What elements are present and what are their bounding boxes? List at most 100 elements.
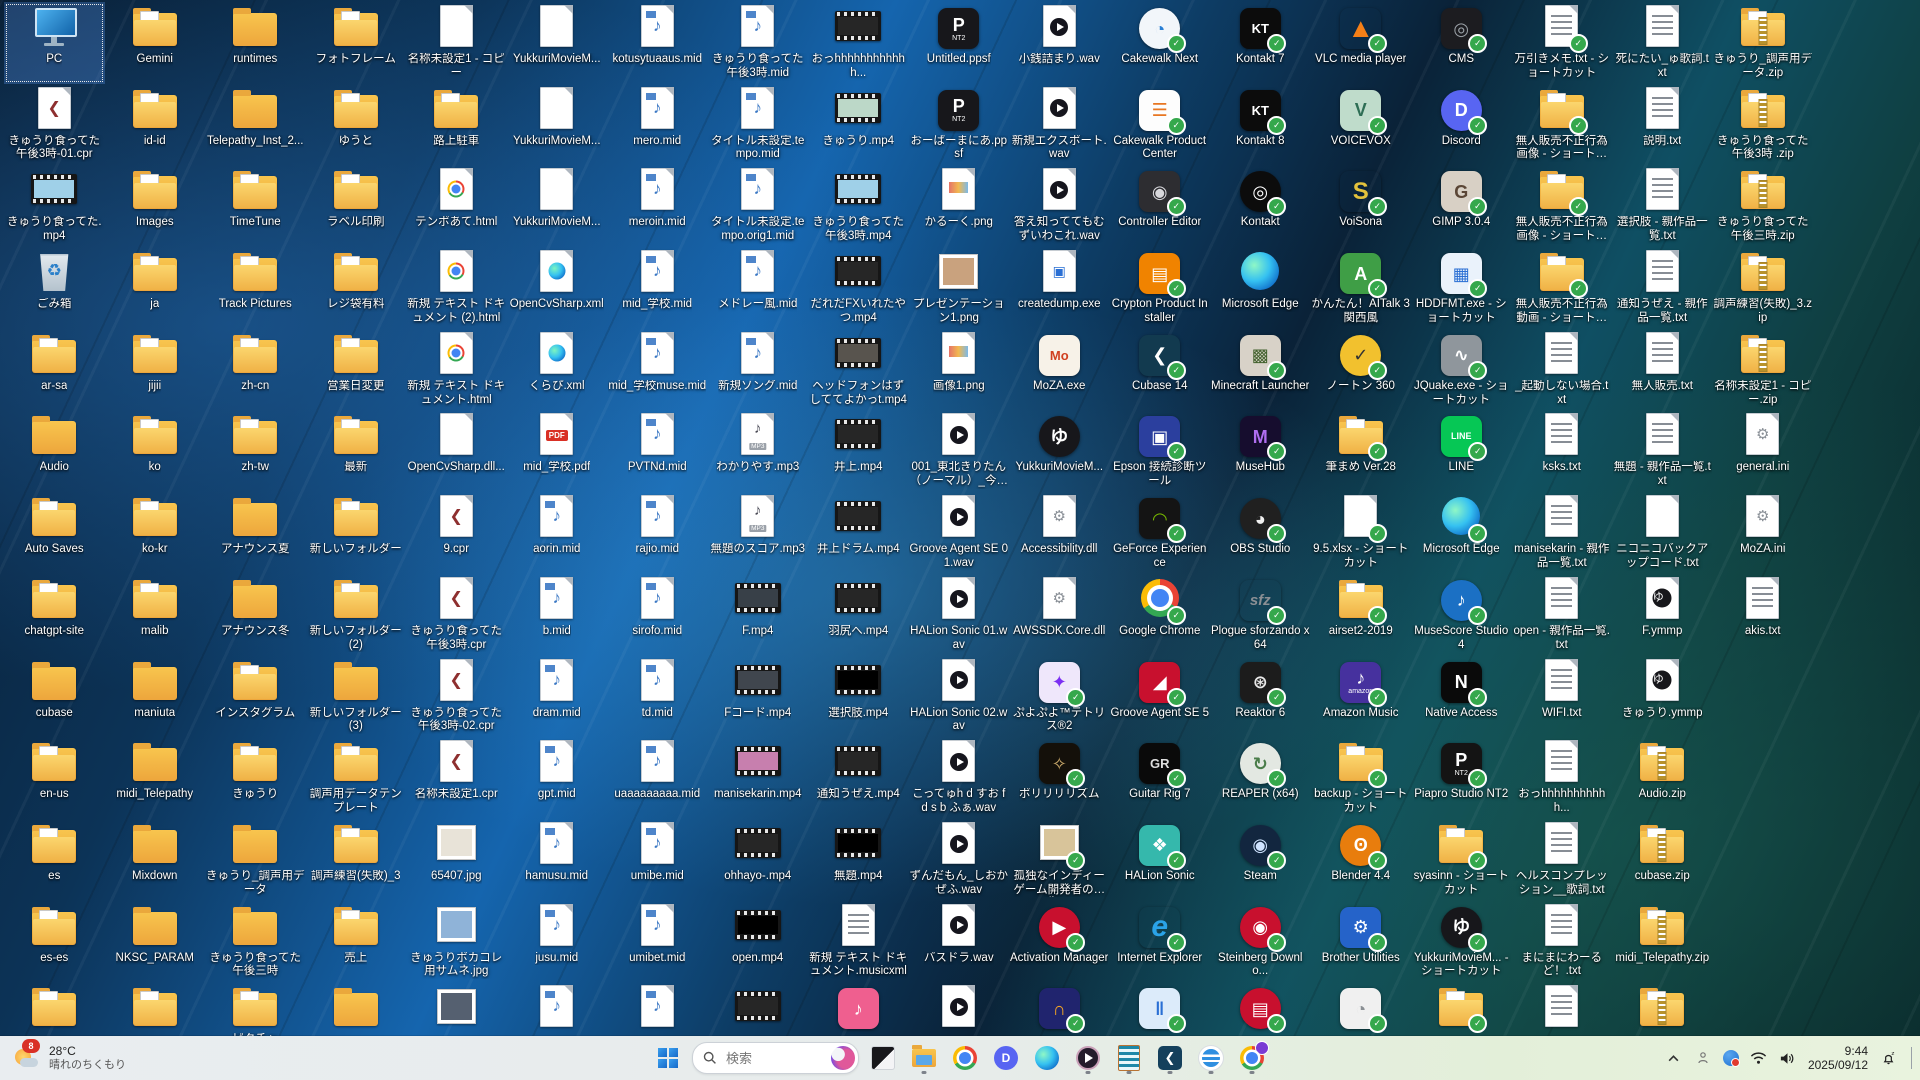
desktop-icon[interactable]: 新しいフォルダー [306,492,407,574]
desktop-icon[interactable]: ♪ kotusytuaaus.mid [607,2,708,84]
desktop-icon[interactable]: WIFI.txt [1512,656,1613,738]
taskbar-sphere-app-button[interactable] [1194,1041,1228,1075]
desktop-icon[interactable]: ◉ ✓ Steam [1210,819,1311,901]
desktop-icon[interactable]: ❮ ✓ Cubase 14 [1110,329,1211,411]
search-box[interactable] [692,1042,859,1074]
desktop-icon[interactable]: ⚙ AWSSDK.Core.dll [1009,574,1110,656]
desktop-icon[interactable]: 調声練習(失敗)_3 [306,819,407,901]
desktop-icon[interactable]: おっhhhhhhhhhhh... [1512,737,1613,819]
desktop-icon[interactable]: ▲ ✓ VLC media player [1311,2,1412,84]
desktop-icon[interactable]: 65407.jpg [406,819,507,901]
desktop-icon[interactable]: きゅうり食ってた午後3時.mp4 [808,165,909,247]
taskbar-chrome-profile-button[interactable] [1235,1041,1269,1075]
desktop-icon[interactable]: 001_東北きりたん（ノーマル）_今じゃ... [909,410,1010,492]
desktop-icon[interactable]: フォトフレーム [306,2,407,84]
desktop-icon[interactable]: ⚙ Accessibility.dll [1009,492,1110,574]
desktop-icon[interactable]: NKSC_PARAM [105,901,206,983]
desktop-icon[interactable]: 無題 - 親作品一覧.txt [1612,410,1713,492]
desktop-icon[interactable]: だれだFXいれたやつ.mp4 [808,247,909,329]
desktop-icon[interactable]: ♪ メドレー風.mid [708,247,809,329]
desktop-icon[interactable]: 通知うぜえ.mp4 [808,737,909,819]
taskbar-google-chrome-button[interactable] [948,1041,982,1075]
desktop-icon[interactable]: ♪ amazon ✓ Amazon Music [1311,656,1412,738]
desktop-icon[interactable]: ♪ mid_学校muse.mid [607,329,708,411]
desktop-icon[interactable]: 死にたい_ゅ歌詞.txt [1612,2,1713,84]
desktop-icon[interactable]: ⊛ ✓ Reaktor 6 [1210,656,1311,738]
desktop-icon[interactable]: id-id [105,84,206,166]
desktop-icon[interactable]: G ✓ GIMP 3.0.4 [1411,165,1512,247]
desktop-icon[interactable]: ↻ ✓ REAPER (x64) [1210,737,1311,819]
desktop-icon[interactable]: 新規 テキスト ドキュメント (2).html [406,247,507,329]
desktop-icon[interactable]: インスタグラム [205,656,306,738]
desktop-icon[interactable]: Audio.zip [1612,737,1713,819]
desktop-icon[interactable]: 最新 [306,410,407,492]
desktop-icon[interactable]: ゆうと [306,84,407,166]
desktop-icon[interactable]: 井上ドラム.mp4 [808,492,909,574]
desktop-icon[interactable]: ♪ meroin.mid [607,165,708,247]
desktop-icon[interactable]: Track Pictures [205,247,306,329]
desktop-icon[interactable]: Auto Saves [4,492,105,574]
desktop-icon[interactable]: ♪ dram.mid [507,656,608,738]
desktop-icon[interactable]: ◢ ✓ Groove Agent SE 5 [1110,656,1211,738]
desktop-icon[interactable]: 選択肢.mp4 [808,656,909,738]
desktop-icon[interactable]: PC [4,2,105,84]
tray-app-notification-icon[interactable] [1722,1050,1740,1067]
desktop-icon[interactable]: こってゅh d すお f d s b ふぁ.wav [909,737,1010,819]
desktop-icon[interactable]: かるーく.png [909,165,1010,247]
desktop-icon[interactable]: ゆきゅうり.ymmp [1612,656,1713,738]
desktop-icon[interactable]: きゅうり_調声用データ [205,819,306,901]
desktop-icon[interactable]: きゅうり_調声用データ.zip [1713,2,1814,84]
desktop-icon[interactable]: ko [105,410,206,492]
desktop-icon[interactable]: ✓ Google Chrome [1110,574,1211,656]
desktop-icon[interactable]: Groove Agent SE 01.wav [909,492,1010,574]
desktop-icon[interactable]: ⚙ general.ini [1713,410,1814,492]
desktop-icon[interactable]: ♪ きゅうり食ってた午後3時.mid [708,2,809,84]
desktop-icon[interactable]: ✓ ✓ ノートン 360 [1311,329,1412,411]
desktop-icon[interactable]: jijii [105,329,206,411]
desktop-icon[interactable]: PDF mid_学校.pdf [507,410,608,492]
desktop-icon[interactable]: おっhhhhhhhhhhhh... [808,2,909,84]
desktop-icon[interactable]: V ✓ VOICEVOX [1311,84,1412,166]
weather-widget[interactable]: 8 28°C 晴れのちくもり [0,1036,140,1080]
desktop-icon[interactable]: 調声用データテンプレート [306,737,407,819]
desktop-icon[interactable]: 選択肢 - 親作品一覧.txt [1612,165,1713,247]
desktop-icon[interactable]: ⚙ ✓ Brother Utilities [1311,901,1412,983]
desktop-icon[interactable]: ♪ gpt.mid [507,737,608,819]
desktop-icon[interactable]: ʘ ✓ Blender 4.4 [1311,819,1412,901]
desktop-icon[interactable]: ✓ 9.5.xlsx - ショートカット [1311,492,1412,574]
desktop-icon[interactable]: テンポあて.html [406,165,507,247]
taskbar-microsoft-edge-button[interactable] [1030,1041,1064,1075]
desktop-icon[interactable]: ♪ umibe.mid [607,819,708,901]
desktop-icon[interactable]: ♪ uaaaaaaaaa.mid [607,737,708,819]
desktop-icon[interactable]: ♻ ごみ箱 [4,247,105,329]
desktop-icon[interactable]: Gemini [105,2,206,84]
desktop-icon[interactable]: ゆ F.ymmp [1612,574,1713,656]
desktop-icon[interactable]: ✓ backup - ショートカット [1311,737,1412,819]
desktop-icon[interactable]: ❮ きゅうり食ってた午後3時-02.cpr [406,656,507,738]
desktop-icon[interactable]: きゅうり食ってた午後三時.zip [1713,165,1814,247]
desktop-icon[interactable]: HALion Sonic 02.wav [909,656,1010,738]
desktop-icon[interactable]: Telepathy_Inst_2... [205,84,306,166]
notification-bell-dnd-icon[interactable]: z [1879,1049,1897,1067]
desktop-icon[interactable]: ▤ ✓ Crypton Product Installer [1110,247,1211,329]
volume-icon[interactable] [1779,1049,1797,1067]
desktop-icon[interactable]: Mixdown [105,819,206,901]
desktop-icon[interactable]: 羽尻へ.mp4 [808,574,909,656]
desktop-icon[interactable]: ✓ 万引きメモ.txt - ショートカット [1512,2,1613,84]
desktop-icon[interactable]: ◔ ✓ Cakewalk Next [1110,2,1211,84]
desktop-icon[interactable]: レジ袋有料 [306,247,407,329]
desktop-icon[interactable]: 売上 [306,901,407,983]
desktop-icon[interactable]: runtimes [205,2,306,84]
desktop-icon[interactable]: ♪ PVTNd.mid [607,410,708,492]
desktop-icon[interactable]: ♪ mid_学校.mid [607,247,708,329]
desktop-icon[interactable]: cubase [4,656,105,738]
desktop-icon[interactable]: sfz ✓ Plogue sforzando x64 [1210,574,1311,656]
desktop-icon[interactable]: ♪ jusu.mid [507,901,608,983]
desktop-icon[interactable]: ❮ きゅうり食ってた午後3時.cpr [406,574,507,656]
desktop-icon[interactable]: YukkuriMovieM... [507,2,608,84]
desktop-icon[interactable]: ♪ タイトル未設定.tempo.orig1.mid [708,165,809,247]
desktop-icon[interactable]: ❮ 名称未設定1.cpr [406,737,507,819]
desktop-icon[interactable]: OpenCvSharp.xml [507,247,608,329]
show-desktop-divider[interactable] [1911,1047,1912,1069]
desktop-icon[interactable]: HALion Sonic 01.wav [909,574,1010,656]
